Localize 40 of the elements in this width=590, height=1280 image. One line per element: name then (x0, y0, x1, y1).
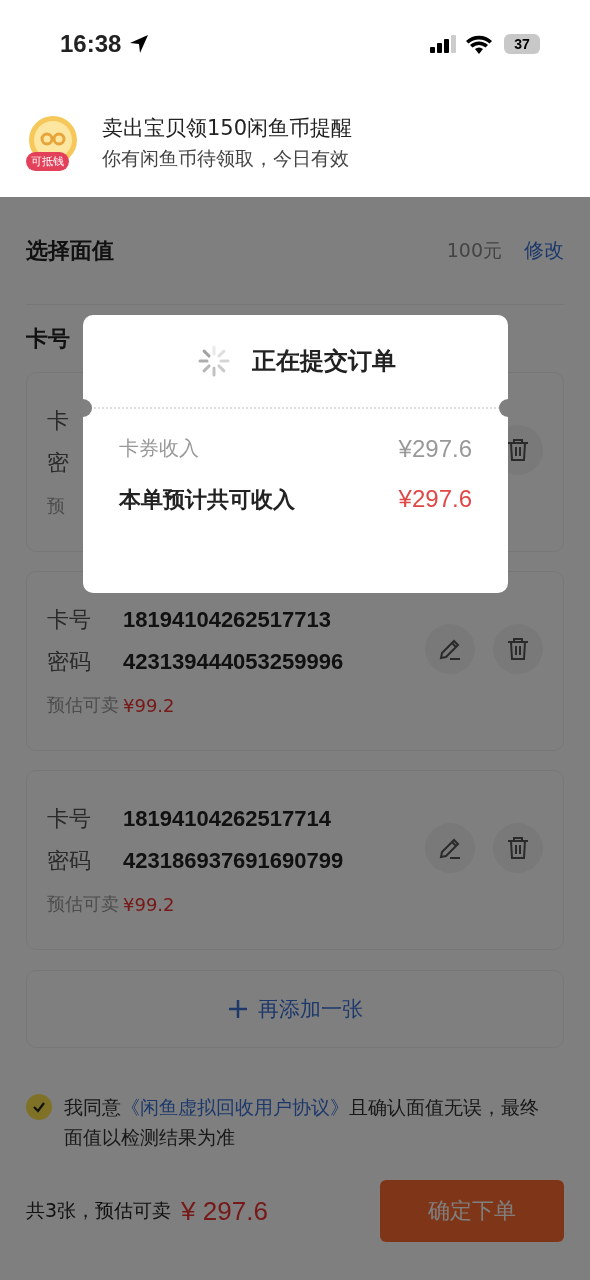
wifi-icon (466, 34, 492, 54)
signal-icon (430, 35, 458, 53)
face-value-label: 选择面值 (26, 236, 114, 265)
password-label: 密码 (47, 648, 91, 676)
password: 423139444053259996 (123, 649, 344, 675)
checkmark-icon (32, 1100, 46, 1114)
location-arrow-icon (129, 34, 150, 54)
plus-icon (227, 999, 248, 1019)
password: 423186937691690799 (123, 848, 344, 874)
card-number: 18194104262517713 (123, 607, 331, 633)
agreement-link[interactable]: 《闲鱼虚拟回收用户协议》 (121, 1096, 349, 1118)
status-time: 16:38 (60, 30, 122, 58)
income-amount: ¥297.6 (398, 435, 472, 463)
income-label: 卡券收入 (119, 435, 199, 462)
trash-icon (505, 636, 531, 662)
password-label: 密码 (47, 847, 91, 875)
total-price: ¥ 297.6 (181, 1195, 268, 1227)
summary-text: 共3张，预估可卖 (26, 1198, 172, 1223)
password-label: 密 (47, 449, 69, 477)
card-number: 18194104262517714 (123, 806, 331, 832)
trash-icon (505, 835, 531, 861)
estimate-price: ¥99.2 (123, 694, 175, 716)
agreement-text: 我同意《闲鱼虚拟回收用户协议》且确认面值无误，最终面值以检测结果为准 (64, 1095, 540, 1150)
card-number-label: 卡号 (47, 606, 91, 634)
add-card-button[interactable]: 再添加一张 (26, 970, 564, 1048)
section-title: 卡号 (26, 324, 70, 353)
modify-link[interactable]: 修改 (524, 237, 564, 264)
agreement-checkbox[interactable] (26, 1094, 52, 1120)
modal-title: 正在提交订单 (251, 346, 396, 377)
battery-indicator: 37 (504, 34, 540, 54)
card-number-label: 卡 (47, 407, 69, 435)
notification-text: 你有闲鱼币待领取，今日有效 (102, 145, 350, 171)
income-amount: ¥297.6 (398, 485, 472, 514)
submit-order-button[interactable]: 确定下单 (380, 1180, 564, 1242)
income-label: 本单预计共可收入 (119, 486, 295, 514)
trash-icon (505, 437, 531, 463)
face-value: 100元 (446, 237, 502, 263)
card-number-label: 卡号 (47, 805, 91, 833)
notification-title: 卖出宝贝领150闲鱼币提醒 (102, 114, 353, 142)
estimate-price: ¥99.2 (123, 893, 175, 915)
